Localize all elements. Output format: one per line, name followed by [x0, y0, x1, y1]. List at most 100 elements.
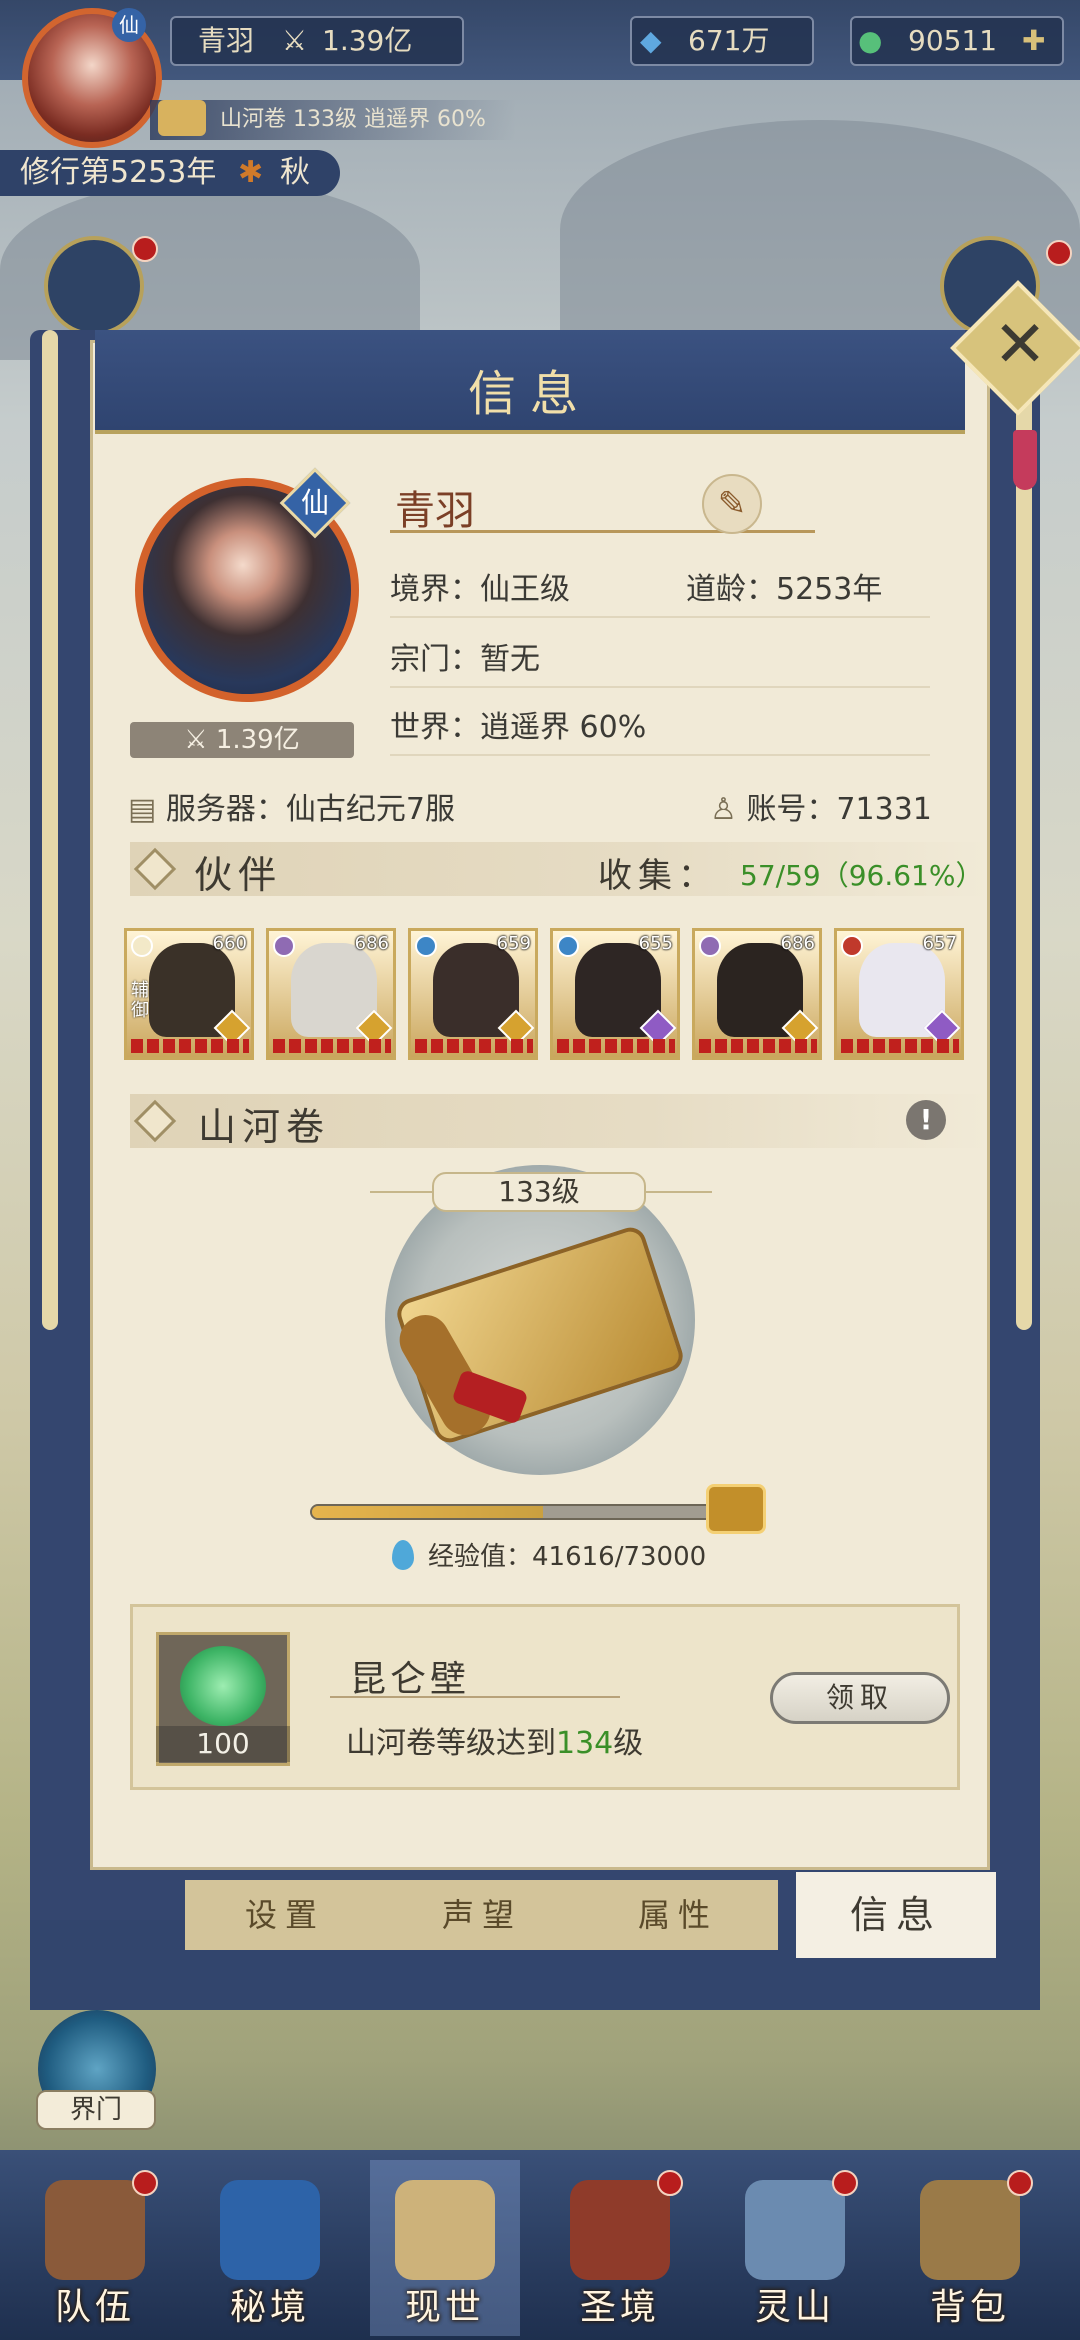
nav-item[interactable]: 现世	[370, 2160, 520, 2336]
exp-value: 经验值：41616/73000	[428, 1542, 707, 1572]
element-icon	[273, 935, 295, 957]
level-ornament-line	[646, 1191, 712, 1193]
nav-icon	[570, 2180, 670, 2280]
collect-label: 收集：	[598, 856, 718, 896]
season-label: 秋	[280, 155, 310, 190]
rename-brush-button[interactable]: ✎	[702, 474, 762, 534]
claim-button[interactable]: 领取	[770, 1672, 950, 1724]
companion-level: 655	[638, 933, 673, 954]
nav-icon	[920, 2180, 1020, 2280]
reward-desc-level: 134	[556, 1726, 614, 1761]
star-pips	[415, 1039, 533, 1053]
character-name: 青羽	[395, 488, 475, 534]
flame-icon	[392, 1540, 414, 1570]
reward-underline	[330, 1696, 620, 1698]
scroll-section-title: 山河卷	[198, 1105, 331, 1149]
level-ornament-line	[370, 1191, 432, 1193]
close-icon[interactable]: ✕	[980, 305, 1060, 385]
treasure-chest-icon[interactable]	[706, 1484, 766, 1534]
rank-badge-text: 仙	[300, 486, 329, 519]
nav-label: 秘境	[229, 2287, 310, 2328]
nav-label: 现世	[404, 2287, 485, 2328]
companion-title: 伙伴	[194, 853, 283, 897]
companion-card[interactable]: 686	[692, 928, 822, 1060]
star-pips	[131, 1039, 249, 1053]
add-currency-icon[interactable]: ✚	[1022, 18, 1045, 64]
panel-header: 信息	[95, 330, 965, 434]
jade-currency-pill[interactable]: ● 90511 ✚	[850, 16, 1064, 66]
tab-info[interactable]: 信息	[796, 1872, 996, 1958]
companion-card[interactable]: 655	[550, 928, 680, 1060]
exp-progress-bar	[310, 1504, 720, 1520]
tab-attributes[interactable]: 属性	[578, 1880, 778, 1950]
profile-power: 1.39亿	[215, 725, 300, 755]
notification-dot	[1046, 240, 1072, 266]
reward-name: 昆仑壁	[350, 1659, 471, 1700]
realm-gate-label[interactable]: 界门	[36, 2090, 156, 2130]
companion-level: 660	[212, 933, 247, 954]
reward-quantity: 100	[156, 1726, 290, 1762]
nav-icon	[745, 2180, 845, 2280]
nav-item[interactable]: 背包	[895, 2160, 1045, 2336]
jade-count: 90511	[908, 24, 998, 57]
brush-icon: ✎	[717, 484, 747, 524]
world-row: 世界：逍遥界 60%	[390, 710, 647, 745]
cultivation-year: 修行第5253年	[20, 155, 217, 190]
name-underline	[390, 530, 815, 533]
panel-title: 信息	[467, 366, 592, 422]
notification-dot	[657, 2170, 683, 2196]
tab-settings[interactable]: 设置	[185, 1880, 385, 1950]
realm-row: 境界：仙王级	[390, 572, 570, 607]
star-pips	[841, 1039, 959, 1053]
companion-level: 659	[496, 933, 531, 954]
star-pips	[557, 1039, 675, 1053]
nav-item[interactable]: 队伍	[20, 2160, 170, 2336]
server-text: 服务器：仙古纪元7服	[165, 792, 455, 827]
nav-item[interactable]: 灵山	[720, 2160, 870, 2336]
tab-reputation[interactable]: 声望	[382, 1880, 582, 1950]
server-info: ▤ 服务器：仙古纪元7服	[128, 784, 455, 828]
element-icon	[699, 935, 721, 957]
companion-card[interactable]: 657	[834, 928, 964, 1060]
nav-label: 灵山	[754, 2287, 835, 2328]
companion-card[interactable]: 659	[408, 928, 538, 1060]
element-icon	[131, 935, 153, 957]
companion-role: 辅御	[131, 980, 149, 1021]
notification-dot	[1007, 2170, 1033, 2196]
companion-card[interactable]: 660 辅御	[124, 928, 254, 1060]
account-info: ♙ 账号：71331	[710, 784, 932, 828]
account-text: 账号：71331	[746, 792, 932, 827]
nav-label: 圣境	[579, 2287, 660, 2328]
row-divider	[390, 616, 930, 618]
sword-icon: ⚔	[184, 725, 216, 755]
row-divider	[390, 686, 930, 688]
server-icon: ▤	[128, 792, 166, 827]
power-tag: ⚔ 1.39亿	[130, 722, 354, 758]
scroll-mini-icon	[158, 100, 206, 136]
companion-level: 686	[780, 933, 815, 954]
scroll-pole-left	[42, 330, 58, 1330]
player-name-pill: 青羽 ⚔ 1.39亿	[170, 16, 464, 66]
scroll-level-tag: 133级	[432, 1172, 646, 1212]
reward-desc-suffix: 级	[613, 1726, 644, 1761]
sub-status-text: 山河卷 133级 逍遥界 60%	[220, 107, 486, 132]
jade-coin-icon: ●	[858, 24, 883, 57]
companion-level: 657	[922, 933, 957, 954]
nav-item[interactable]: 秘境	[195, 2160, 345, 2336]
spirit-stone-pill[interactable]: ◆ 671万	[630, 16, 814, 66]
jade-disc-icon	[180, 1646, 266, 1726]
reward-description: 山河卷等级达到134级	[346, 1718, 643, 1762]
tassel-decoration	[1013, 430, 1037, 490]
nav-icon	[395, 2180, 495, 2280]
companion-card-row: 660 辅御 686 659 655 686 657	[124, 928, 964, 1060]
left-menu-button[interactable]	[44, 236, 144, 336]
nav-item[interactable]: 圣境	[545, 2160, 695, 2336]
star-pips	[699, 1039, 817, 1053]
collect-value: 57/59（96.61%）	[740, 859, 984, 892]
notification-dot	[832, 2170, 858, 2196]
maple-leaf-icon: ✱	[238, 155, 264, 190]
sect-row: 宗门：暂无	[390, 642, 540, 677]
companion-card[interactable]: 686	[266, 928, 396, 1060]
star-pips	[273, 1039, 391, 1053]
info-alert-icon[interactable]: !	[906, 1100, 946, 1140]
